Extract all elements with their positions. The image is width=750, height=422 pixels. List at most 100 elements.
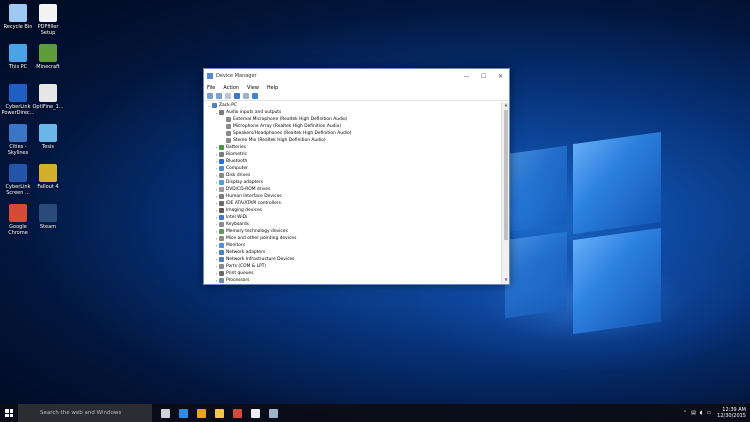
tree-item[interactable]: Speakers/Headphones (Realtek High Defini… — [204, 130, 501, 137]
app-icon — [9, 204, 27, 222]
tree-item[interactable]: › Human Interface Devices — [204, 193, 501, 200]
taskbar-app-button[interactable] — [174, 404, 192, 422]
tree-item-label: Disk drives — [226, 173, 251, 178]
monitor-icon[interactable] — [252, 93, 258, 99]
device-icon — [226, 138, 231, 143]
tree-item[interactable]: › Bluetooth — [204, 158, 501, 165]
tree-item[interactable]: › Memory technology devices — [204, 228, 501, 235]
network-icon[interactable]: ▤ — [691, 410, 696, 416]
photos-icon — [250, 408, 260, 418]
tree-item[interactable]: › Disk drives — [204, 172, 501, 179]
tree-item[interactable]: ⌄ Audio inputs and outputs — [204, 109, 501, 116]
tree-item[interactable]: › Processors — [204, 277, 501, 284]
device-icon — [219, 215, 224, 220]
tree-item[interactable]: › Network Infrastructure Devices — [204, 256, 501, 263]
windows-logo-wallpaper — [505, 130, 665, 335]
device-manager-window[interactable]: Device Manager — ☐ ✕ File Action View He… — [203, 68, 510, 285]
desktop-icon[interactable]: Steam — [30, 204, 66, 230]
tree-item[interactable]: › Computer — [204, 165, 501, 172]
menu-view[interactable]: View — [247, 85, 259, 91]
scroll-down-icon[interactable]: ▼ — [502, 277, 510, 284]
device-icon — [219, 243, 224, 248]
desktop-icon[interactable]: PDFfiller Setup — [30, 4, 66, 36]
tree-item[interactable]: › Intel WiDi — [204, 214, 501, 221]
toolbar — [204, 92, 509, 101]
taskbar-app-button[interactable] — [192, 404, 210, 422]
taskbar-app-button[interactable] — [264, 404, 282, 422]
desktop-icon-label: Tesis — [42, 144, 54, 150]
clock[interactable]: 12:39 AM 12/30/2015 — [717, 407, 746, 419]
tree-item-label: Batteries — [226, 145, 246, 150]
app-icon — [39, 44, 57, 62]
menu-file[interactable]: File — [207, 85, 215, 91]
tree-item[interactable]: › Print queues — [204, 270, 501, 277]
taskbar-app-button[interactable] — [246, 404, 264, 422]
maximize-button[interactable]: ☐ — [475, 73, 492, 80]
menu-action[interactable]: Action — [223, 85, 239, 91]
desktop-icon[interactable]: Fallout 4 — [30, 164, 66, 190]
volume-icon[interactable]: ◖ — [700, 410, 703, 416]
tree-item[interactable]: › Imaging devices — [204, 207, 501, 214]
tree-item[interactable]: › Display adapters — [204, 179, 501, 186]
device-icon — [219, 236, 224, 241]
taskbar-app-button[interactable] — [210, 404, 228, 422]
device-manager-icon — [207, 73, 213, 79]
tree-item[interactable]: › Keyboards — [204, 221, 501, 228]
tree-item[interactable]: › Ports (COM & LPT) — [204, 263, 501, 270]
tree-item[interactable]: Microphone Array (Realtek High Definitio… — [204, 123, 501, 130]
app-icon — [39, 84, 57, 102]
minimize-button[interactable]: — — [458, 73, 475, 80]
chrome-icon — [232, 408, 242, 418]
tree-item[interactable]: › Batteries — [204, 144, 501, 151]
device-icon — [219, 166, 224, 171]
tree-item-label: DVD/CD-ROM drives — [226, 187, 271, 192]
desktop-icon[interactable]: OptiFine_1... — [30, 84, 66, 110]
desktop-icon-label: Fallout 4 — [37, 184, 59, 190]
desktop-icon[interactable]: Minecraft — [30, 44, 66, 70]
tree-item[interactable]: › Network adapters — [204, 249, 501, 256]
grid-view-icon[interactable] — [225, 93, 231, 99]
device-tree[interactable]: ⌄ Zack-PC ⌄ Audio inputs and outputs Externa… — [204, 102, 501, 284]
taskbar-app-button[interactable] — [156, 404, 174, 422]
tree-item[interactable]: External Microphone (Realtek High Defini… — [204, 116, 501, 123]
scroll-thumb[interactable] — [504, 110, 508, 240]
device-icon — [226, 124, 231, 129]
tree-item-label: Microphone Array (Realtek High Definitio… — [233, 124, 342, 129]
tree-item[interactable]: › Monitors — [204, 242, 501, 249]
device-icon — [226, 131, 231, 136]
help-icon[interactable] — [234, 93, 240, 99]
tree-item-label: Keyboards — [226, 222, 249, 227]
forward-icon[interactable] — [216, 93, 222, 99]
device-icon — [212, 103, 217, 108]
desktop-icon-label: OptiFine_1... — [32, 104, 64, 110]
vertical-scrollbar[interactable]: ▲ ▼ — [501, 102, 509, 284]
system-tray: ⌃ ▤ ◖ ▭ 12:39 AM 12/30/2015 — [679, 407, 750, 419]
properties-icon[interactable] — [243, 93, 249, 99]
tree-item[interactable]: › Biometric — [204, 151, 501, 158]
title-bar[interactable]: Device Manager — ☐ ✕ — [204, 69, 509, 83]
tree-item[interactable]: › IDE ATA/ATAPI controllers — [204, 200, 501, 207]
tree-item-label: Zack-PC — [219, 103, 237, 108]
scroll-up-icon[interactable]: ▲ — [502, 102, 510, 109]
tree-item[interactable]: Stereo Mix (Realtek High Definition Audi… — [204, 137, 501, 144]
device-icon — [219, 159, 224, 164]
close-button[interactable]: ✕ — [492, 73, 509, 80]
tree-item-label: Biometric — [226, 152, 248, 157]
tree-item-label: Human Interface Devices — [226, 194, 282, 199]
tree-item[interactable]: › DVD/CD-ROM drives — [204, 186, 501, 193]
taskbar-app-button[interactable] — [228, 404, 246, 422]
device-icon — [219, 173, 224, 178]
notification-icon[interactable]: ▭ — [706, 410, 711, 416]
desktop-icon[interactable]: Tesis — [30, 124, 66, 150]
tree-item[interactable]: › Mice and other pointing devices — [204, 235, 501, 242]
start-button[interactable] — [0, 404, 18, 422]
tree-item-label: IDE ATA/ATAPI controllers — [226, 201, 281, 206]
tree-item-label: Intel WiDi — [226, 215, 248, 220]
tree-item-label: Speakers/Headphones (Realtek High Defini… — [233, 131, 352, 136]
menu-help[interactable]: Help — [267, 85, 278, 91]
chevron-up-icon[interactable]: ⌃ — [683, 410, 687, 416]
search-box[interactable]: Search the web and Windows — [18, 404, 152, 422]
back-icon[interactable] — [207, 93, 213, 99]
tree-item[interactable]: ⌄ Zack-PC — [204, 102, 501, 109]
desktop-icon-label: PDFfiller Setup — [37, 24, 59, 36]
